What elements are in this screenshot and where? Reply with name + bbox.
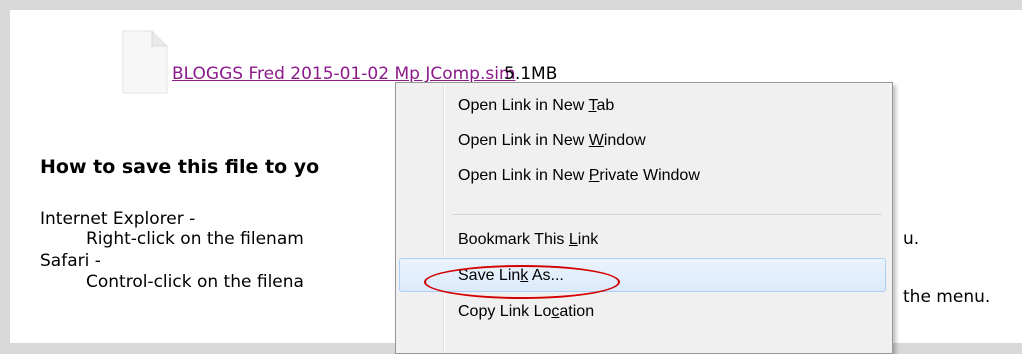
- highlight-ellipse-annotation: [424, 265, 620, 299]
- ie-instruction: Right-click on the filenam: [86, 229, 304, 249]
- menu-item-label: Copy Link Location: [458, 303, 595, 320]
- menu-item-bookmark-link[interactable]: Bookmark This Link: [399, 222, 886, 256]
- context-menu: Open Link in New Tab Open Link in New Wi…: [395, 82, 893, 354]
- menu-item-label: Bookmark This Link: [458, 231, 599, 248]
- menu-item-copy-link-location[interactable]: Copy Link Location: [399, 294, 886, 328]
- menu-item-label: Open Link in New Window: [458, 132, 646, 149]
- safari-instruction-end: the menu.: [903, 287, 991, 307]
- safari-instruction: Control-click on the filena: [86, 272, 304, 292]
- menu-item-open-new-window[interactable]: Open Link in New Window: [399, 123, 886, 157]
- menu-item-label: Open Link in New Private Window: [458, 167, 700, 184]
- document-icon: [122, 30, 168, 94]
- ie-label: Internet Explorer -: [40, 209, 196, 229]
- menu-item-open-private-window[interactable]: Open Link in New Private Window: [399, 158, 886, 192]
- menu-item-open-new-tab[interactable]: Open Link in New Tab: [399, 88, 886, 122]
- ie-instruction-end: u.: [903, 229, 920, 249]
- menu-item-label: Open Link in New Tab: [458, 97, 615, 114]
- file-download-link[interactable]: BLOGGS Fred 2015-01-02 Mp JComp.sim: [172, 64, 516, 84]
- menu-separator: [452, 214, 882, 215]
- instructions-heading: How to save this file to yo: [40, 156, 320, 178]
- file-size: 5.1MB: [504, 64, 558, 84]
- safari-label: Safari -: [40, 251, 101, 271]
